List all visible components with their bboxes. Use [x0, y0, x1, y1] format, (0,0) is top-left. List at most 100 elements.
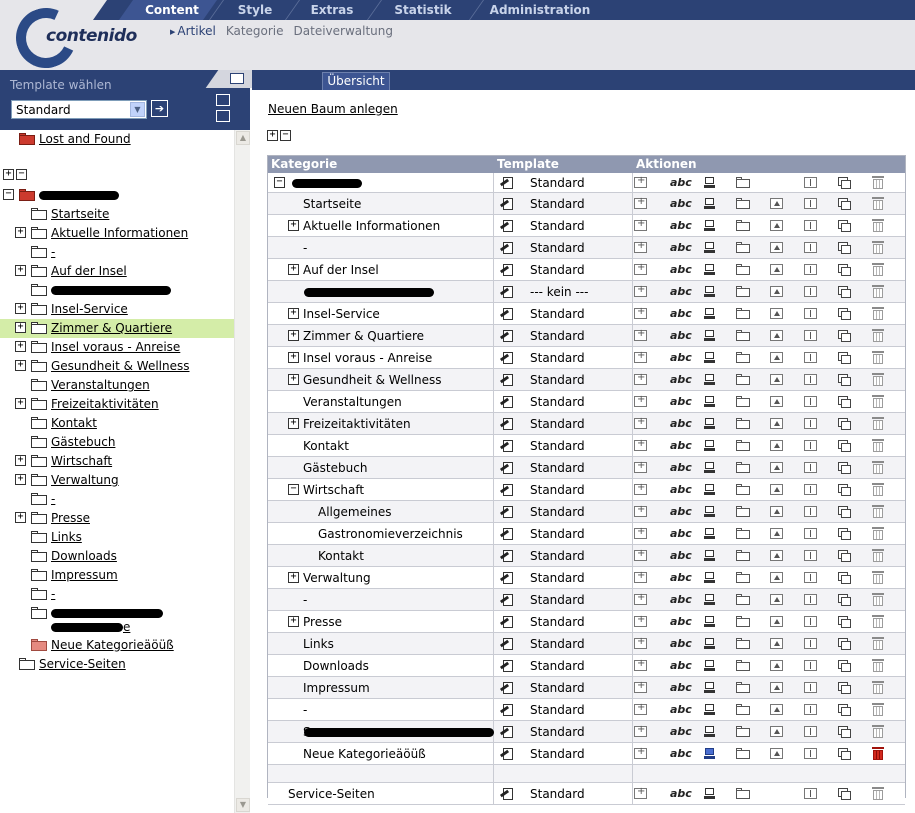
category-name[interactable]: Gesundheit & Wellness	[303, 373, 441, 387]
online-status-icon[interactable]	[704, 241, 715, 253]
folder-icon[interactable]	[736, 527, 750, 539]
folder-icon[interactable]	[736, 505, 750, 517]
folder-icon[interactable]	[736, 395, 750, 407]
rename-icon[interactable]: abc	[670, 197, 692, 210]
duplicate-icon[interactable]	[838, 787, 852, 800]
delete-icon[interactable]	[872, 526, 884, 540]
expand-icon[interactable]: +	[288, 615, 299, 627]
move-up-icon[interactable]	[770, 329, 783, 341]
tree-item[interactable]: + Gesundheit & Wellness	[0, 357, 234, 376]
tree-item[interactable]: Gästebuch	[0, 433, 234, 452]
move-icon[interactable]	[804, 176, 817, 188]
scroll-down-icon[interactable]: ▼	[236, 798, 250, 812]
rename-icon[interactable]: abc	[670, 263, 692, 276]
expand-icon[interactable]: +	[15, 303, 26, 314]
tree-item-label[interactable]: Freizeitaktivitäten	[51, 397, 159, 411]
collapse-icon[interactable]: −	[288, 483, 299, 495]
chevron-down-icon[interactable]: ▼	[130, 102, 145, 117]
move-icon[interactable]	[804, 307, 817, 319]
collapse-icon[interactable]: −	[274, 176, 285, 188]
delete-icon[interactable]	[872, 394, 884, 408]
expand-icon[interactable]: +	[288, 329, 299, 341]
category-name[interactable]: Verwaltung	[303, 571, 371, 585]
move-icon[interactable]	[804, 241, 817, 253]
tree-item[interactable]: Kontakt	[0, 414, 234, 433]
delete-icon[interactable]	[872, 504, 884, 518]
move-icon[interactable]	[804, 483, 817, 495]
tab-content[interactable]: Content	[132, 0, 212, 20]
duplicate-icon[interactable]	[838, 571, 852, 584]
table-row[interactable]: Links Standard abc	[268, 633, 905, 655]
new-category-icon[interactable]	[634, 614, 647, 627]
move-icon[interactable]	[804, 263, 817, 275]
rename-icon[interactable]: abc	[670, 329, 692, 342]
table-row[interactable]: Allgemeines Standard abc	[268, 501, 905, 523]
move-icon[interactable]	[804, 417, 817, 429]
move-up-icon[interactable]	[770, 593, 783, 605]
expand-icon[interactable]: +	[15, 512, 26, 523]
category-name[interactable]: Aktuelle Informationen	[303, 219, 440, 233]
tree-item-label[interactable]: Links	[51, 530, 82, 544]
table-row[interactable]: + Insel voraus - Anreise Standard abc	[268, 347, 905, 369]
delete-icon[interactable]	[872, 570, 884, 584]
tree-item[interactable]: + Freizeitaktivitäten	[0, 395, 234, 414]
rename-icon[interactable]: abc	[670, 593, 692, 606]
config-icon[interactable]	[216, 110, 230, 122]
table-row[interactable]: - Standard abc	[268, 589, 905, 611]
scroll-up-icon[interactable]: ▲	[236, 131, 250, 145]
table-row[interactable]: + Zimmer & Quartiere Standard abc	[268, 325, 905, 347]
category-name[interactable]: -	[303, 703, 307, 717]
folder-icon[interactable]	[736, 219, 750, 231]
tree-item-label[interactable]: Gesundheit & Wellness	[51, 359, 189, 373]
move-up-icon[interactable]	[770, 637, 783, 649]
folder-icon[interactable]	[736, 176, 750, 188]
category-name[interactable]: Links	[303, 637, 334, 651]
tree-item-label[interactable]: Aktuelle Informationen	[51, 226, 188, 240]
category-name[interactable]: Freizeitaktivitäten	[303, 417, 411, 431]
table-row[interactable]: Startseite Standard abc	[268, 193, 905, 215]
move-up-icon[interactable]	[770, 351, 783, 363]
configure-template-icon[interactable]	[499, 263, 514, 276]
tree-item-lost-and-found[interactable]: Lost and Found	[0, 130, 234, 149]
tree-item[interactable]: + Wirtschaft	[0, 452, 234, 471]
table-row[interactable]: Service-Seiten Standard abc	[268, 783, 905, 805]
table-row[interactable]: Neue Kategorieäöüß Standard abc	[268, 743, 905, 765]
tree-item-label[interactable]: Startseite	[51, 207, 109, 221]
tree-item-label[interactable]: Insel-Service	[51, 302, 128, 316]
configure-template-icon[interactable]	[499, 373, 514, 386]
expand-icon[interactable]: +	[288, 571, 299, 583]
delete-icon[interactable]	[872, 416, 884, 430]
duplicate-icon[interactable]	[838, 219, 852, 232]
folder-icon[interactable]	[736, 725, 750, 737]
move-icon[interactable]	[804, 219, 817, 231]
online-status-icon[interactable]	[704, 483, 715, 495]
tab-extras[interactable]: Extras	[296, 0, 368, 20]
move-icon[interactable]	[804, 461, 817, 473]
sync-icon[interactable]	[216, 94, 230, 106]
new-category-icon[interactable]	[634, 702, 647, 715]
configure-template-icon[interactable]	[499, 681, 514, 694]
tree-item-label[interactable]: Service-Seiten	[39, 657, 126, 671]
rename-icon[interactable]: abc	[670, 351, 692, 364]
new-category-icon[interactable]	[634, 306, 647, 319]
new-category-icon[interactable]	[634, 724, 647, 737]
new-category-icon[interactable]	[634, 175, 647, 188]
tree-item[interactable]: -	[0, 243, 234, 262]
configure-template-icon[interactable]	[499, 197, 514, 210]
move-icon[interactable]	[804, 637, 817, 649]
tab-uebersicht[interactable]: Übersicht	[322, 72, 390, 90]
move-up-icon[interactable]	[770, 197, 783, 209]
delete-icon[interactable]	[872, 306, 884, 320]
table-row[interactable]: + Verwaltung Standard abc	[268, 567, 905, 589]
online-status-icon[interactable]	[704, 615, 715, 627]
new-category-icon[interactable]	[634, 372, 647, 385]
tree-item[interactable]: Links	[0, 528, 234, 547]
rename-icon[interactable]: abc	[670, 505, 692, 518]
tree-item[interactable]: + Zimmer & Quartiere	[0, 319, 234, 338]
new-category-icon[interactable]	[634, 592, 647, 605]
table-row[interactable]	[268, 765, 905, 783]
folder-icon[interactable]	[736, 681, 750, 693]
move-icon[interactable]	[804, 439, 817, 451]
online-status-icon[interactable]	[704, 439, 715, 451]
delete-icon[interactable]	[872, 614, 884, 628]
